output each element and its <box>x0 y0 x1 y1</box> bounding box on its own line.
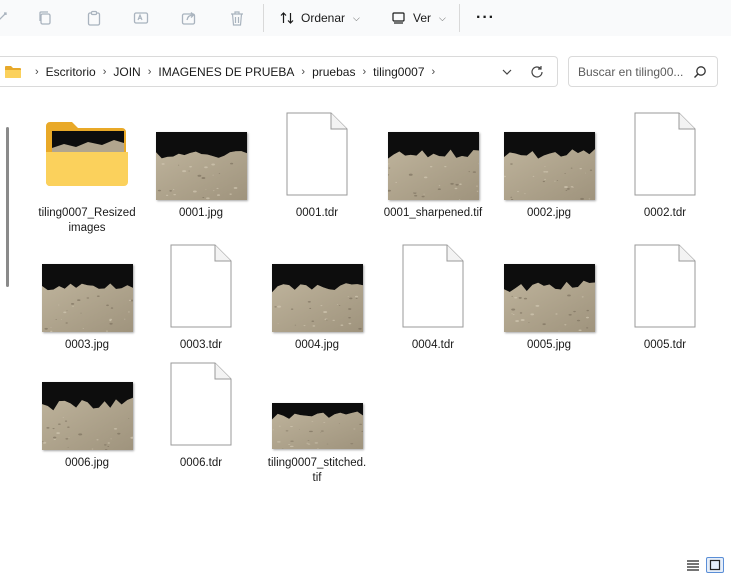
document-icon <box>634 244 696 328</box>
document-icon <box>402 244 464 328</box>
file-item-0004-jpg[interactable]: 0004.jpg <box>262 242 372 362</box>
breadcrumb-item-tiling0007[interactable]: tiling0007 <box>373 65 424 79</box>
new-item-icon[interactable] <box>0 6 14 30</box>
file-item-0003-tdr[interactable]: 0003.tdr <box>146 242 256 362</box>
file-name-label: 0001.jpg <box>178 207 224 219</box>
sort-button[interactable]: Ordenar ⌵ <box>279 4 360 32</box>
document-icon <box>170 362 232 446</box>
file-item-0001-sharpened-tif[interactable]: 0001_sharpened.tif <box>378 110 488 230</box>
large-icons-view-button[interactable] <box>706 557 724 573</box>
image-thumbnail <box>388 132 479 200</box>
breadcrumb-item-join[interactable]: JOIN <box>113 65 140 79</box>
copy-icon[interactable] <box>33 6 57 30</box>
file-name-label: 0005.tdr <box>643 339 687 351</box>
toolbar-separator <box>459 4 460 32</box>
sort-label: Ordenar <box>301 11 346 25</box>
view-label: Ver <box>413 11 432 25</box>
sort-icon <box>280 12 294 24</box>
file-item-0003-jpg[interactable]: 0003.jpg <box>32 242 142 362</box>
file-item-0004-tdr[interactable]: 0004.tdr <box>378 242 488 362</box>
image-thumbnail <box>504 264 595 332</box>
file-name-label: 0004.tdr <box>411 339 455 351</box>
image-thumbnail <box>42 264 133 332</box>
image-thumbnail <box>272 264 363 332</box>
document-icon <box>170 244 232 328</box>
scrollbar[interactable] <box>6 127 9 287</box>
details-view-icon <box>687 560 699 571</box>
file-item-0001-tdr[interactable]: 0001.tdr <box>262 110 372 230</box>
toolbar-separator <box>263 4 264 32</box>
file-name-label: 0002.jpg <box>526 207 572 219</box>
chevron-right-icon[interactable]: › <box>362 66 366 78</box>
search-input[interactable]: Buscar en tiling00... <box>568 56 718 87</box>
file-item-0006-jpg[interactable]: 0006.jpg <box>32 360 142 480</box>
command-bar: Ordenar ⌵ Ver ⌵ ··· <box>0 0 731 36</box>
chevron-right-icon[interactable]: › <box>301 66 305 78</box>
chevron-right-icon: › <box>35 65 39 78</box>
image-thumbnail <box>272 403 363 449</box>
file-item-0002-tdr[interactable]: 0002.tdr <box>610 110 720 230</box>
file-item-0005-jpg[interactable]: 0005.jpg <box>494 242 604 362</box>
more-options-button[interactable]: ··· <box>476 4 495 32</box>
file-name-label: 0006.tdr <box>179 457 223 469</box>
chevron-down-icon: ⌵ <box>439 12 446 23</box>
share-icon[interactable] <box>177 6 201 30</box>
breadcrumb: › Escritorio › JOIN › IMAGENES DE PRUEBA… <box>0 57 442 86</box>
document-icon <box>286 112 348 196</box>
rename-icon[interactable] <box>129 6 153 30</box>
delete-icon[interactable] <box>225 6 249 30</box>
file-item-tiling0007-resized-images[interactable]: tiling0007_Resized images <box>32 110 142 234</box>
file-item-0002-jpg[interactable]: 0002.jpg <box>494 110 604 230</box>
file-name-label: tiling0007_stitched.tif <box>267 457 367 484</box>
breadcrumb-item-imagenes-de-prueba[interactable]: IMAGENES DE PRUEBA <box>158 65 294 79</box>
document-icon <box>634 112 696 196</box>
image-thumbnail <box>504 132 595 200</box>
chevron-right-icon[interactable]: › <box>432 66 436 78</box>
image-thumbnail <box>42 382 133 450</box>
view-icon <box>392 12 405 24</box>
breadcrumb-item-escritorio[interactable]: Escritorio <box>46 65 96 79</box>
chevron-right-icon[interactable]: › <box>103 66 107 78</box>
file-name-label: 0006.jpg <box>64 457 110 469</box>
file-name-label: 0003.tdr <box>179 339 223 351</box>
paste-icon[interactable] <box>82 6 106 30</box>
chevron-down-icon: ⌵ <box>353 12 360 23</box>
file-name-label: 0004.jpg <box>294 339 340 351</box>
file-name-label: 0003.jpg <box>64 339 110 351</box>
folder-icon <box>44 118 130 188</box>
file-name-label: 0001.tdr <box>295 207 339 219</box>
refresh-icon[interactable] <box>529 64 545 80</box>
large-icons-view-icon <box>709 559 721 571</box>
file-item-0006-tdr[interactable]: 0006.tdr <box>146 360 256 480</box>
search-icon[interactable] <box>693 65 707 79</box>
view-button[interactable]: Ver ⌵ <box>391 4 446 32</box>
file-item-tiling0007-stitched-tif[interactable]: tiling0007_stitched.tif <box>262 360 372 484</box>
address-bar[interactable]: › Escritorio › JOIN › IMAGENES DE PRUEBA… <box>0 56 558 87</box>
chevron-right-icon[interactable]: › <box>148 66 152 78</box>
file-name-label: 0005.jpg <box>526 339 572 351</box>
file-name-label: tiling0007_Resized images <box>38 207 136 234</box>
file-item-0001-jpg[interactable]: 0001.jpg <box>146 110 256 230</box>
details-view-button[interactable] <box>684 557 702 573</box>
breadcrumb-item-pruebas[interactable]: pruebas <box>312 65 355 79</box>
search-placeholder: Buscar en tiling00... <box>578 64 684 79</box>
file-name-label: 0002.tdr <box>643 207 687 219</box>
history-dropdown-icon[interactable] <box>501 66 513 78</box>
file-item-0005-tdr[interactable]: 0005.tdr <box>610 242 720 362</box>
image-thumbnail <box>156 132 247 200</box>
file-name-label: 0001_sharpened.tif <box>383 207 483 219</box>
folder-icon <box>5 65 21 78</box>
